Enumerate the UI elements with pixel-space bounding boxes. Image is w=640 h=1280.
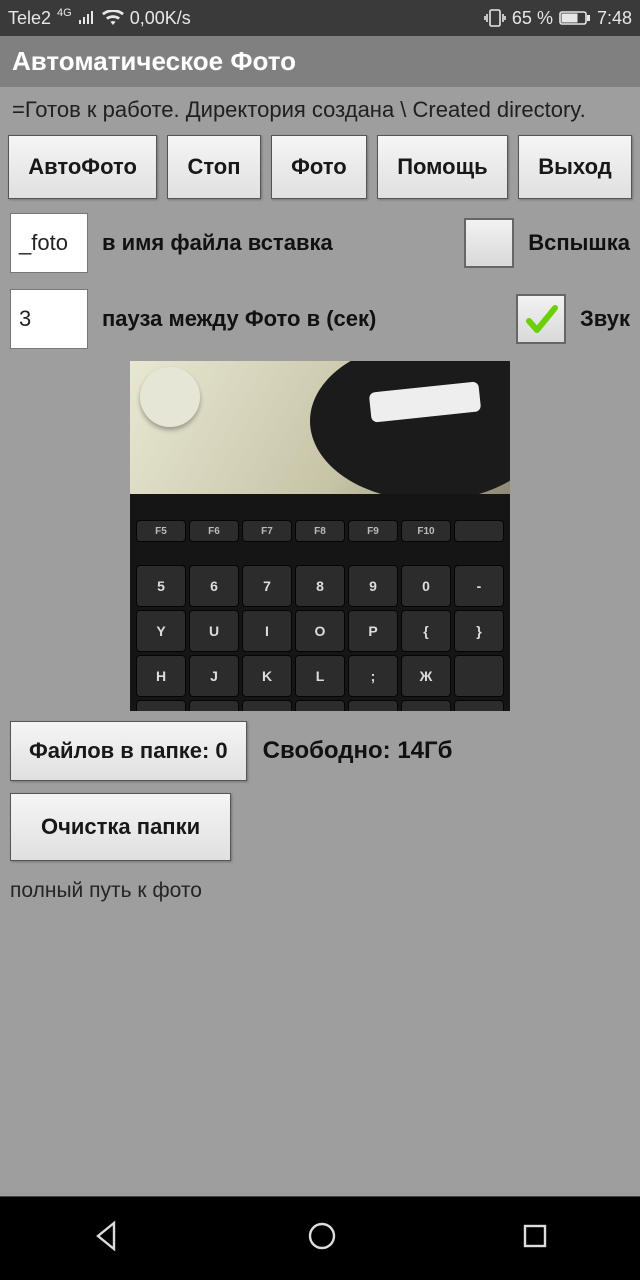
camera-preview: F5F6F7F8F9F10 567890- YUIOP{} HJKL;Ж NMЬ…: [130, 361, 510, 711]
flash-label: Вспышка: [528, 230, 630, 256]
sound-checkbox[interactable]: [516, 294, 566, 344]
signal-icon: [78, 10, 96, 26]
app-title: Автоматическое Фото: [0, 36, 640, 87]
help-button[interactable]: Помощь: [377, 135, 508, 199]
files-row: Файлов в папке: 0 Свободно: 14Гб: [0, 715, 640, 787]
filename-insert-label: в имя файла вставка: [102, 230, 450, 256]
files-in-folder-button[interactable]: Файлов в папке: 0: [10, 721, 247, 781]
filename-row: _foto в имя файла вставка Вспышка: [0, 205, 640, 281]
exit-button[interactable]: Выход: [518, 135, 632, 199]
net-speed-label: 0,00K/s: [130, 8, 191, 29]
free-space-label: Свободно: 14Гб: [263, 737, 453, 765]
stop-button[interactable]: Стоп: [167, 135, 261, 199]
filename-insert-field[interactable]: _foto: [10, 213, 88, 273]
vibrate-icon: [484, 9, 506, 27]
pause-seconds-field[interactable]: 3: [10, 289, 88, 349]
recents-button[interactable]: [520, 1221, 550, 1256]
pause-row: 3 пауза между Фото в (сек) Звук: [0, 281, 640, 357]
battery-pct-label: 65 %: [512, 8, 553, 29]
autophoto-button[interactable]: АвтоФото: [8, 135, 157, 199]
home-button[interactable]: [305, 1219, 339, 1258]
android-nav-bar: [0, 1196, 640, 1280]
carrier-label: Tele2: [8, 8, 51, 29]
clock-label: 7:48: [597, 8, 632, 29]
battery-icon: [559, 10, 591, 26]
photo-button[interactable]: Фото: [271, 135, 367, 199]
main-button-row: АвтоФото Стоп Фото Помощь Выход: [0, 129, 640, 205]
android-status-bar: Tele2 4G 0,00K/s 65 % 7:48: [0, 0, 640, 36]
back-button[interactable]: [90, 1219, 124, 1258]
wifi-icon: [102, 10, 124, 26]
clear-row: Очистка папки: [0, 787, 640, 867]
camera-preview-container: F5F6F7F8F9F10 567890- YUIOP{} HJKL;Ж NMЬ…: [0, 357, 640, 715]
status-message: =Готов к работе. Директория создана \ Cr…: [0, 87, 640, 129]
pause-label: пауза между Фото в (сек): [102, 306, 502, 332]
clear-folder-button[interactable]: Очистка папки: [10, 793, 231, 861]
flash-checkbox[interactable]: [464, 218, 514, 268]
sound-label: Звук: [580, 306, 630, 332]
full-path-label: полный путь к фото: [0, 867, 640, 915]
net-gen-label: 4G: [57, 7, 72, 19]
